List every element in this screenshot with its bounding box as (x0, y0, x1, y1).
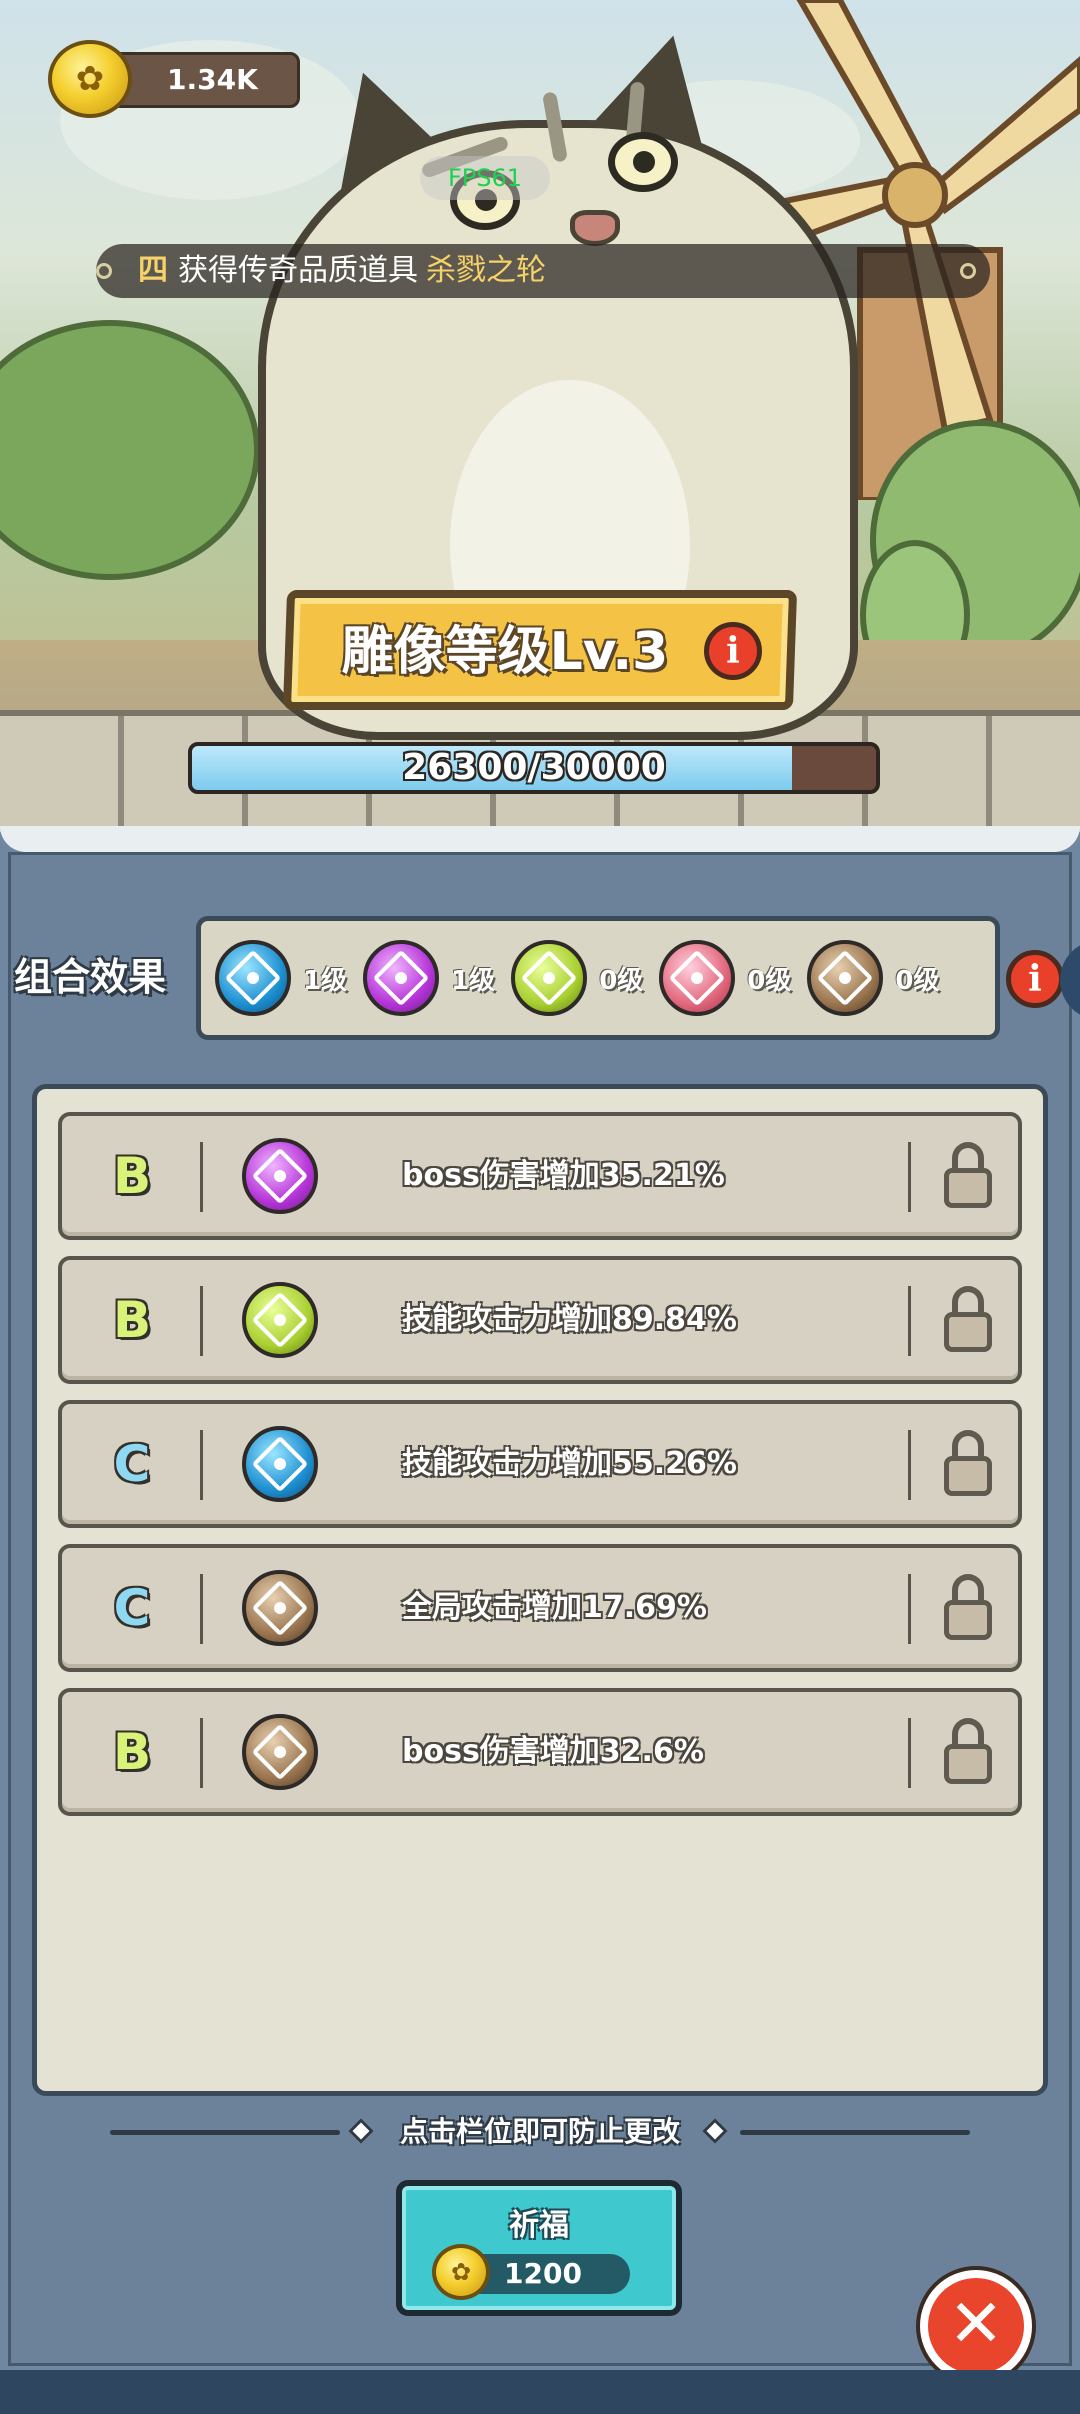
slot-grade: B (112, 1147, 152, 1205)
lock-icon[interactable] (944, 1142, 992, 1208)
slot-effect: 技能攻击力增加89.84% (402, 1302, 737, 1337)
notice-index: 四 (138, 253, 168, 288)
combo-item[interactable]: 0级 (511, 940, 653, 1016)
slot-divider (908, 1574, 911, 1644)
slot-effect: boss伤害增加32.6% (402, 1734, 704, 1769)
bottom-nav-strip (0, 2370, 1080, 2414)
combo-level: 1级 (451, 965, 496, 996)
brown-rune-icon (242, 1714, 318, 1790)
hint-divider-left (110, 2130, 340, 2135)
combo-effects-bar: 1级 1级 0级 0级 0级 (196, 916, 1000, 1040)
green-rune-icon (242, 1282, 318, 1358)
slot-effect: boss伤害增加35.21% (402, 1158, 725, 1193)
coin-icon: ✿ (48, 40, 132, 118)
combo-level: 0级 (599, 965, 644, 996)
lock-icon[interactable] (944, 1718, 992, 1784)
statue-scene (0, 0, 1080, 850)
slot-effect: 全局攻击增加17.69% (402, 1590, 707, 1625)
coin-icon: ✿ (432, 2244, 490, 2300)
slot-row[interactable]: Bboss伤害增加35.21% (58, 1112, 1022, 1240)
slot-divider (200, 1286, 203, 1356)
coin-amount: 1.34K (167, 63, 258, 96)
pink-rune-icon (659, 940, 736, 1016)
slot-grade: C (113, 1435, 151, 1493)
combo-level: 0级 (747, 965, 792, 996)
slot-divider (200, 1574, 203, 1644)
green-rune-icon (511, 940, 588, 1016)
combo-item[interactable]: 0级 (659, 940, 801, 1016)
broadcast-notice: 四获得传奇品质道具 杀戮之轮 (96, 244, 990, 298)
notice-left-cap-icon (96, 263, 112, 279)
combo-item[interactable]: 1级 (363, 940, 505, 1016)
combo-level: 0级 (895, 965, 940, 996)
combo-item[interactable]: 0级 (807, 940, 949, 1016)
hint-text: 点击栏位即可防止更改 (399, 2115, 680, 2148)
slot-row[interactable]: B 技能攻击力增加89.84% (58, 1256, 1022, 1384)
lock-icon[interactable] (944, 1286, 992, 1352)
slot-divider (908, 1430, 911, 1500)
slot-effect: 技能攻击力增加55.26% (402, 1446, 737, 1481)
purple-rune-icon (363, 940, 440, 1016)
hint-divider-right (740, 2130, 970, 2135)
lock-icon[interactable] (944, 1574, 992, 1640)
slot-divider (200, 1142, 203, 1212)
blue-rune-icon (215, 940, 291, 1016)
slot-divider (200, 1430, 203, 1500)
exp-progress-text: 26300/30000 (402, 747, 666, 788)
level-info-icon[interactable]: i (704, 622, 762, 680)
slot-grade: B (112, 1723, 152, 1781)
slot-grade: C (113, 1579, 151, 1637)
combo-info-icon[interactable]: i (1006, 950, 1064, 1008)
slot-grade: B (112, 1291, 152, 1349)
purple-rune-icon (242, 1138, 318, 1214)
slot-divider (908, 1286, 911, 1356)
exp-progress-bar: 26300/30000 (188, 742, 880, 794)
pray-button[interactable]: 祈福 1200 ✿ (396, 2180, 682, 2316)
blue-rune-icon (242, 1426, 318, 1502)
notice-right-cap-icon (960, 263, 976, 279)
statue-level-label: 雕像等级Lv.3 (341, 622, 669, 682)
brown-rune-icon (807, 940, 884, 1016)
slot-divider (200, 1718, 203, 1788)
lock-icon[interactable] (944, 1430, 992, 1496)
slot-row[interactable]: Bboss伤害增加32.6% (58, 1688, 1022, 1816)
notice-text: 获得传奇品质道具 (178, 253, 418, 288)
close-button[interactable]: ✕ (920, 2270, 1032, 2382)
notice-item: 杀戮之轮 (426, 253, 546, 288)
coin-counter: 1.34K (110, 52, 300, 108)
pray-label: 祈福 (509, 2208, 569, 2243)
slot-row[interactable]: C 技能攻击力增加55.26% (58, 1400, 1022, 1528)
brown-rune-icon (242, 1570, 318, 1646)
slot-divider (908, 1142, 911, 1212)
combo-title: 组合效果 (14, 955, 167, 999)
combo-item[interactable]: 1级 (215, 940, 357, 1016)
slot-divider (908, 1718, 911, 1788)
slot-row[interactable]: C 全局攻击增加17.69% (58, 1544, 1022, 1672)
combo-level: 1级 (303, 965, 348, 996)
fps-indicator: FPS61 (420, 156, 550, 200)
